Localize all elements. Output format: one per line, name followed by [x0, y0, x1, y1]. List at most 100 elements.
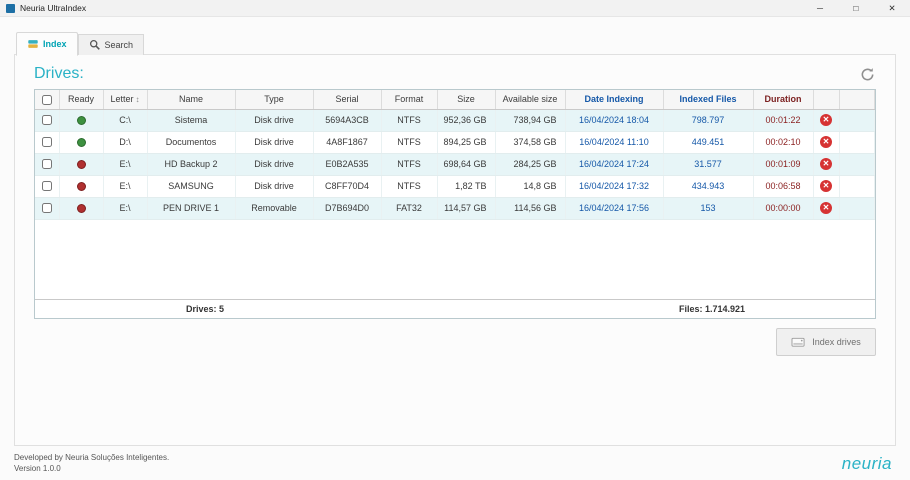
cell-type: Disk drive	[235, 131, 314, 154]
cell-letter: E:\	[103, 175, 148, 198]
cell-type: Disk drive	[235, 109, 314, 132]
drives-table-panel: Ready Letter ↕ Name Type Serial Format Si…	[34, 89, 876, 319]
cell-letter: C:\	[103, 109, 148, 132]
cell-name: Documentos	[147, 131, 236, 154]
cell-available-size: 374,58 GB	[495, 131, 566, 154]
cell-letter: E:\	[103, 153, 148, 176]
header-name[interactable]: Name	[147, 90, 236, 110]
header-ready[interactable]: Ready	[59, 90, 104, 110]
header-letter[interactable]: Letter ↕	[103, 90, 148, 110]
cell-available-size: 14,8 GB	[495, 175, 566, 198]
header-type[interactable]: Type	[235, 90, 314, 110]
refresh-icon	[861, 67, 873, 80]
app-footer: Developed by Neuria Soluções Inteligente…	[0, 446, 910, 475]
delete-drive-button[interactable]: ✕	[820, 180, 832, 192]
header-serial[interactable]: Serial	[313, 90, 382, 110]
table-row[interactable]: C:\ Sistema Disk drive 5694A3CB NTFS 952…	[35, 109, 875, 132]
cell-name: HD Backup 2	[147, 153, 236, 176]
table-empty-area	[35, 219, 875, 299]
drives-table: Ready Letter ↕ Name Type Serial Format Si…	[35, 90, 875, 220]
table-row[interactable]: E:\ SAMSUNG Disk drive C8FF70D4 NTFS 1,8…	[35, 175, 875, 198]
cell-indexed-files: 798.797	[663, 109, 754, 132]
cell-indexed-files: 153	[663, 197, 754, 220]
app-icon	[6, 3, 15, 13]
tab-bar: Index Search	[0, 17, 910, 56]
cell-date-indexing: 16/04/2024 17:56	[565, 197, 664, 220]
delete-drive-button[interactable]: ✕	[820, 114, 832, 126]
neuria-logo: neuria	[841, 453, 892, 473]
search-icon	[89, 39, 101, 51]
tab-search[interactable]: Search	[77, 34, 145, 55]
ready-indicator	[76, 138, 86, 148]
window-title: Neuria UltraIndex	[20, 3, 87, 13]
version-text: Version 1.0.0	[14, 463, 61, 473]
close-button[interactable]: ✕	[874, 0, 910, 17]
header-format[interactable]: Format	[381, 90, 438, 110]
cell-size: 698,64 GB	[437, 153, 496, 176]
table-row[interactable]: D:\ Documentos Disk drive 4A8F1867 NTFS …	[35, 131, 875, 154]
cell-type: Disk drive	[235, 175, 314, 198]
cell-type: Disk drive	[235, 153, 314, 176]
header-letter-label: Letter	[110, 94, 134, 105]
header-date-indexing[interactable]: Date Indexing	[565, 90, 664, 110]
cell-date-indexing: 16/04/2024 17:24	[565, 153, 664, 176]
maximize-button[interactable]: □	[838, 0, 874, 17]
cell-name: SAMSUNG	[147, 175, 236, 198]
row-checkbox[interactable]	[41, 115, 52, 126]
table-header-row: Ready Letter ↕ Name Type Serial Format Si…	[35, 90, 875, 110]
tab-search-label: Search	[104, 40, 134, 50]
cell-size: 894,25 GB	[437, 131, 496, 154]
credit-text: Developed by Neuria Soluções Inteligente…	[14, 453, 170, 462]
sort-icon: ↕	[135, 95, 140, 105]
refresh-button[interactable]	[858, 65, 876, 83]
index-drives-button[interactable]: Index drives	[776, 328, 876, 356]
cell-size: 952,36 GB	[437, 109, 496, 132]
row-checkbox[interactable]	[41, 159, 52, 170]
cell-date-indexing: 16/04/2024 11:10	[565, 131, 664, 154]
row-checkbox[interactable]	[41, 203, 52, 214]
row-checkbox[interactable]	[41, 137, 52, 148]
delete-drive-button[interactable]: ✕	[820, 202, 832, 214]
cell-date-indexing: 16/04/2024 17:32	[565, 175, 664, 198]
cell-type: Removable	[235, 197, 314, 220]
cell-indexed-files: 434.943	[663, 175, 754, 198]
cell-duration: 00:01:09	[753, 153, 814, 176]
header-duration[interactable]: Duration	[753, 90, 814, 110]
cell-duration: 00:06:58	[753, 175, 814, 198]
cell-size: 1,82 TB	[437, 175, 496, 198]
cell-serial: C8FF70D4	[313, 175, 382, 198]
cell-letter: E:\	[103, 197, 148, 220]
cell-available-size: 738,94 GB	[495, 109, 566, 132]
cell-format: NTFS	[381, 109, 438, 132]
cell-name: Sistema	[147, 109, 236, 132]
cell-format: FAT32	[381, 197, 438, 220]
cell-serial: D7B694D0	[313, 197, 382, 220]
row-checkbox[interactable]	[41, 181, 52, 192]
cell-indexed-files: 31.577	[663, 153, 754, 176]
cell-name: PEN DRIVE 1	[147, 197, 236, 220]
cell-serial: 4A8F1867	[313, 131, 382, 154]
table-row[interactable]: E:\ HD Backup 2 Disk drive E0B2A535 NTFS…	[35, 153, 875, 176]
header-select-all[interactable]	[35, 90, 60, 110]
tab-index[interactable]: Index	[16, 32, 78, 56]
delete-drive-button[interactable]: ✕	[820, 136, 832, 148]
cell-letter: D:\	[103, 131, 148, 154]
header-filler	[839, 90, 875, 110]
cell-format: NTFS	[381, 131, 438, 154]
header-available-size[interactable]: Available size	[495, 90, 566, 110]
drives-heading: Drives:	[34, 65, 84, 82]
table-row[interactable]: E:\ PEN DRIVE 1 Removable D7B694D0 FAT32…	[35, 197, 875, 220]
header-indexed-files[interactable]: Indexed Files	[663, 90, 754, 110]
drive-icon	[791, 336, 806, 349]
ready-indicator	[76, 160, 86, 170]
delete-drive-button[interactable]: ✕	[820, 158, 832, 170]
cell-duration: 00:01:22	[753, 109, 814, 132]
header-size[interactable]: Size	[437, 90, 496, 110]
cell-serial: E0B2A535	[313, 153, 382, 176]
minimize-button[interactable]: ─	[802, 0, 838, 17]
cell-size: 114,57 GB	[437, 197, 496, 220]
drive-index-icon	[27, 38, 39, 50]
cell-format: NTFS	[381, 175, 438, 198]
select-all-checkbox[interactable]	[41, 94, 52, 105]
header-delete	[813, 90, 840, 110]
